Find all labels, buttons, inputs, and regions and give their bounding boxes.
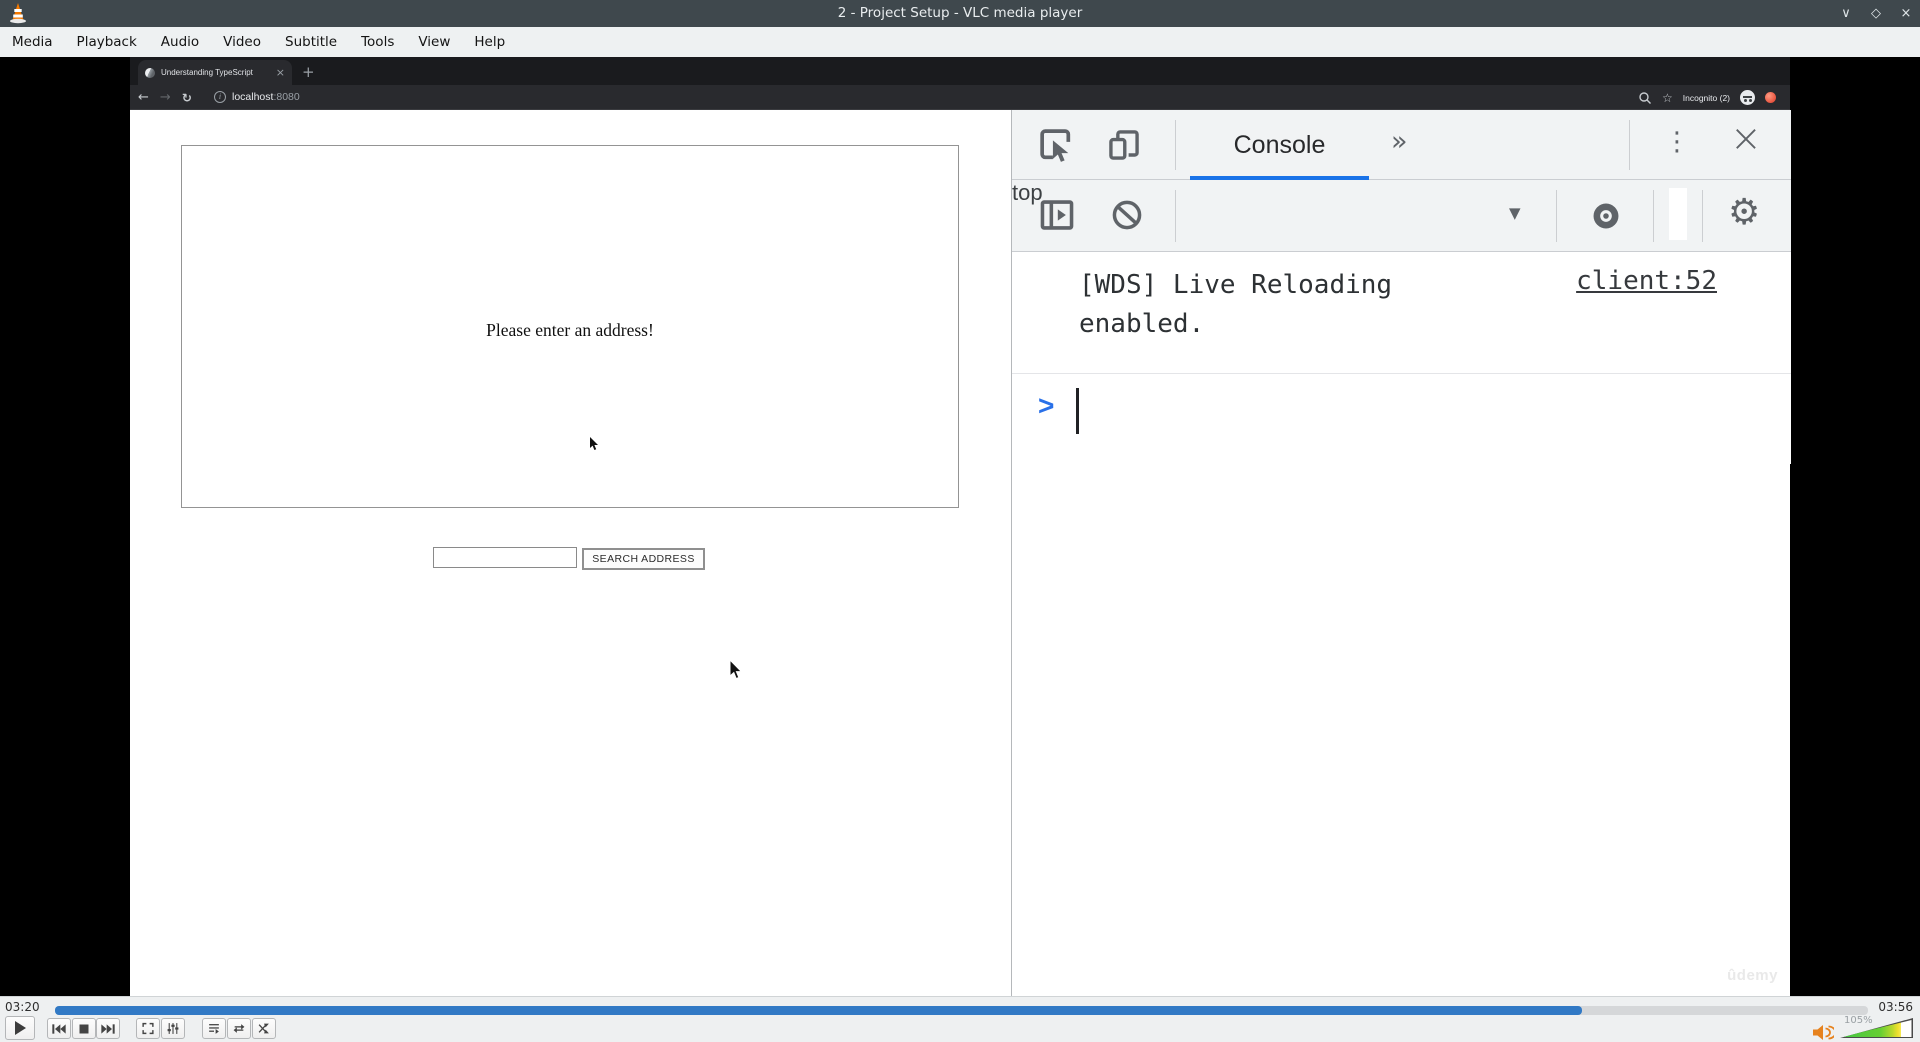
video-frame: Understanding TypeScript × + ← → ↻ i loc…	[130, 57, 1791, 996]
separator	[1556, 190, 1557, 242]
devtools-panel: Console » ⋮ × top ▼ ⚙ [WDS] Live Reloadi…	[1011, 110, 1791, 996]
play-button[interactable]	[5, 1016, 35, 1040]
bookmark-star-icon[interactable]: ☆	[1662, 91, 1673, 105]
reload-icon[interactable]: ↻	[182, 91, 192, 105]
menu-audio[interactable]: Audio	[161, 34, 199, 50]
time-total: 03:56	[1878, 1000, 1913, 1014]
page-message: Please enter an address!	[486, 320, 654, 340]
extended-settings-button[interactable]	[161, 1018, 185, 1039]
browser-urlbar: ← → ↻ i localhost:8080 ☆ Incognito (2)	[130, 85, 1790, 110]
playlist-button[interactable]	[202, 1018, 226, 1039]
devtools-menu-icon[interactable]: ⋮	[1664, 127, 1690, 157]
menu-playback[interactable]: Playback	[77, 34, 137, 50]
menu-subtitle[interactable]: Subtitle	[285, 34, 337, 50]
minimize-button[interactable]: ∨	[1838, 6, 1854, 21]
text-caret	[1076, 388, 1079, 434]
time-elapsed: 03:20	[5, 1000, 40, 1014]
separator	[1175, 120, 1176, 170]
separator	[1653, 190, 1654, 242]
menu-tools[interactable]: Tools	[361, 34, 394, 50]
tab-console[interactable]: Console	[1190, 110, 1369, 181]
console-toolbar: top ▼ ⚙	[1012, 180, 1791, 252]
site-info-icon[interactable]: i	[214, 91, 226, 103]
titlebar: 2 - Project Setup - VLC media player ∨ ◇…	[0, 0, 1920, 27]
console-source-link[interactable]: client:52	[1576, 266, 1717, 296]
url-port: :8080	[273, 91, 300, 103]
filter-input[interactable]	[1669, 188, 1687, 240]
console-settings-gear-icon[interactable]: ⚙	[1728, 192, 1760, 233]
browser-tab[interactable]: Understanding TypeScript ×	[138, 60, 292, 85]
web-page: Please enter an address! SEARCH ADDRESS	[130, 110, 1011, 996]
close-button[interactable]: ×	[1898, 6, 1914, 21]
stop-button[interactable]	[72, 1018, 96, 1039]
maximize-button[interactable]: ◇	[1868, 6, 1884, 21]
console-message-row: [WDS] Live Reloading enabled. client:52	[1012, 252, 1791, 374]
address-input[interactable]	[433, 547, 577, 568]
fullscreen-button[interactable]	[136, 1018, 160, 1039]
device-toolbar-icon[interactable]	[1104, 125, 1144, 165]
tab-title: Understanding TypeScript	[161, 68, 253, 77]
menu-view[interactable]: View	[418, 34, 450, 50]
video-stage[interactable]: Understanding TypeScript × + ← → ↻ i loc…	[0, 57, 1920, 996]
profile-avatar[interactable]	[1765, 92, 1776, 103]
separator	[1629, 120, 1630, 170]
browser-viewport: Please enter an address! SEARCH ADDRESS	[130, 110, 1791, 996]
incognito-label: Incognito (2)	[1682, 92, 1730, 103]
back-icon[interactable]: ←	[138, 90, 149, 105]
console-tab-label: Console	[1233, 131, 1326, 159]
separator	[1702, 190, 1703, 242]
search-address-button[interactable]: SEARCH ADDRESS	[582, 548, 705, 570]
forward-icon[interactable]: →	[160, 90, 171, 105]
address-bar[interactable]: localhost:8080	[232, 85, 300, 110]
new-tab-button[interactable]: +	[302, 61, 315, 83]
next-button[interactable]	[96, 1018, 120, 1039]
volume-percent: 105%	[1844, 1015, 1873, 1026]
tab-close-icon[interactable]: ×	[276, 67, 285, 78]
inspect-element-icon[interactable]	[1036, 125, 1076, 165]
seek-bar[interactable]	[55, 1006, 1868, 1015]
show-sidebar-icon[interactable]	[1036, 194, 1078, 236]
vlc-window: 2 - Project Setup - VLC media player ∨ ◇…	[0, 0, 1920, 1042]
window-title: 2 - Project Setup - VLC media player	[837, 5, 1083, 21]
browser-tabstrip: Understanding TypeScript × +	[130, 57, 1790, 85]
console-prompt-row[interactable]: >	[1012, 374, 1791, 464]
devtools-close-icon[interactable]: ×	[1730, 116, 1762, 160]
menu-video[interactable]: Video	[223, 34, 261, 50]
incognito-icon	[1740, 90, 1755, 105]
udemy-watermark: ûdemy	[1727, 967, 1778, 984]
tab-favicon-icon	[145, 67, 155, 78]
menu-help[interactable]: Help	[474, 34, 505, 50]
menu-media[interactable]: Media	[12, 34, 53, 50]
previous-button[interactable]	[47, 1018, 71, 1039]
live-expression-eye-icon[interactable]	[1588, 198, 1624, 234]
zoom-icon[interactable]	[1638, 91, 1652, 105]
mouse-cursor-small	[590, 437, 598, 450]
mouse-cursor-large	[729, 660, 743, 680]
clear-console-icon[interactable]	[1108, 196, 1146, 234]
console-message: [WDS] Live Reloading enabled.	[1079, 270, 1393, 339]
more-tabs-icon[interactable]: »	[1391, 126, 1408, 157]
volume-speaker-icon[interactable]	[1812, 1024, 1834, 1041]
devtools-header: Console » ⋮ ×	[1012, 110, 1791, 181]
url-host: localhost	[232, 91, 274, 103]
menu-bar: Media Playback Audio Video Subtitle Tool…	[0, 27, 1920, 57]
shuffle-button[interactable]	[252, 1018, 276, 1039]
separator	[1175, 190, 1176, 242]
vlc-control-bar: 03:20 03:56 105%	[0, 996, 1920, 1042]
loop-button[interactable]	[227, 1018, 251, 1039]
prompt-chevron-icon: >	[1038, 390, 1055, 421]
seek-fill	[55, 1006, 1582, 1015]
context-dropdown-icon[interactable]: ▼	[1509, 204, 1521, 222]
